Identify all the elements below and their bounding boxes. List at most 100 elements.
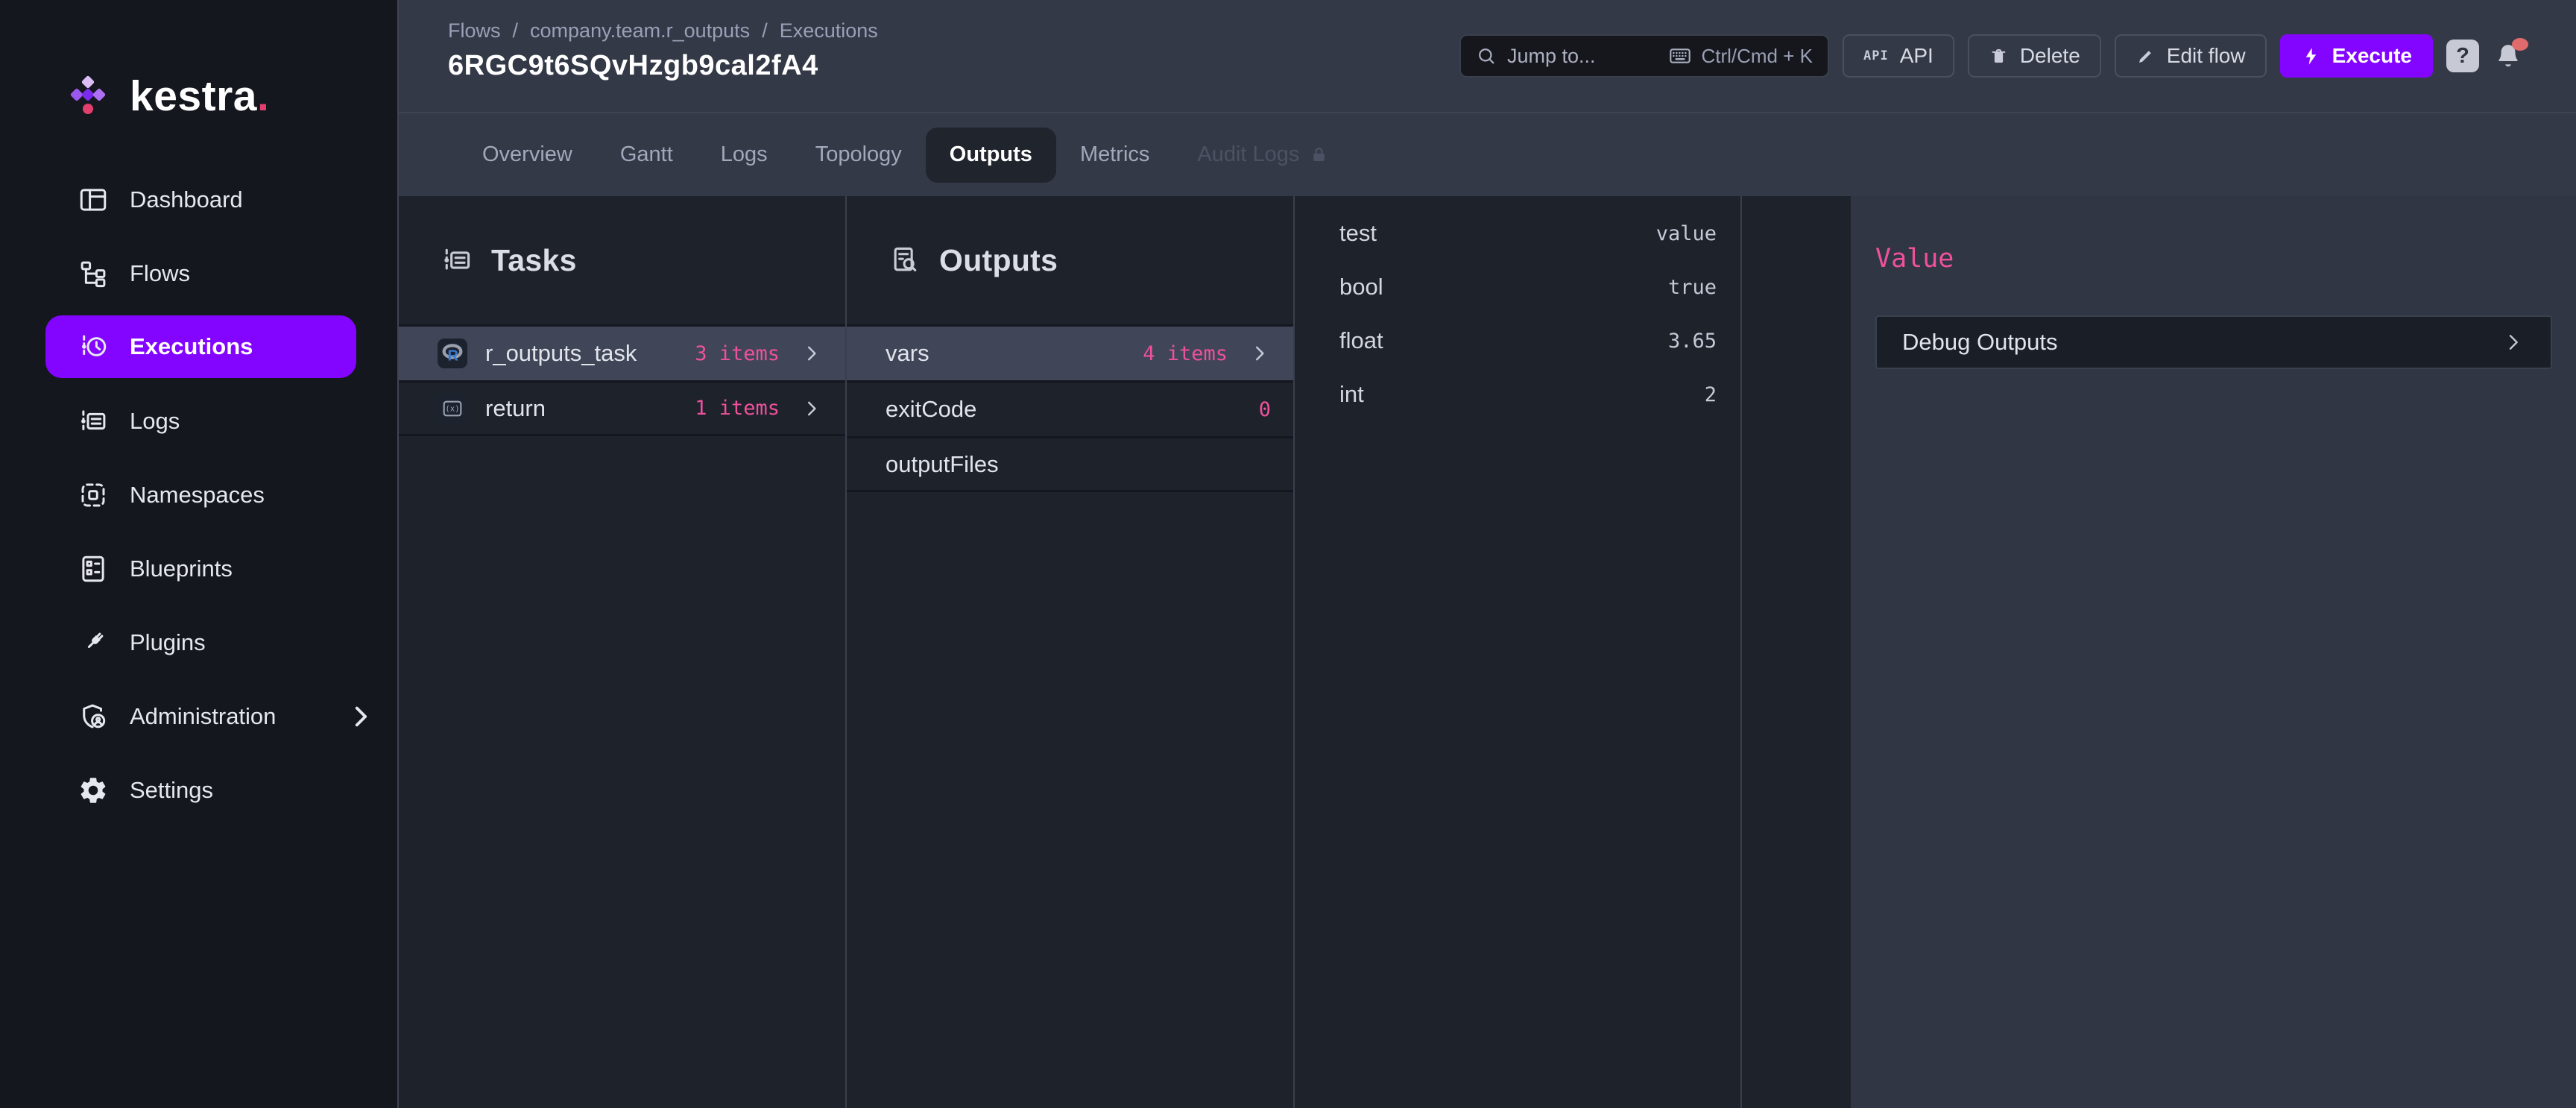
- lock-icon: [1309, 145, 1329, 165]
- breadcrumb-separator: /: [762, 19, 768, 43]
- lightning-icon: [2301, 46, 2321, 66]
- logs-icon: [78, 406, 109, 437]
- attribute-row-int[interactable]: int 2: [1295, 368, 1740, 421]
- attribute-key: bool: [1339, 274, 1383, 300]
- search-icon: [1476, 45, 1497, 66]
- blueprints-icon: [78, 553, 109, 585]
- topbar-actions: Jump to... Ctrl/Cmd + K API API: [1459, 34, 2524, 78]
- edit-flow-button-label: Edit flow: [2167, 44, 2246, 68]
- tab-topology[interactable]: Topology: [792, 128, 926, 183]
- vars-attributes-panel: test value bool true float 3.65 int 2: [1295, 196, 1742, 1108]
- tasks-rows: R r_outputs_task 3 items (x): [399, 324, 845, 436]
- task-row-label: r_outputs_task: [485, 340, 637, 367]
- brand-dot: .: [257, 72, 269, 120]
- task-list-icon: [441, 244, 473, 277]
- tab-label: Outputs: [950, 142, 1032, 167]
- outputs-panel: Outputs vars 4 items exitCode 0 outputFi…: [847, 196, 1295, 1108]
- execution-tabs: Overview Gantt Logs Topology Outputs Met…: [399, 113, 2576, 196]
- trash-icon: [1989, 46, 2009, 66]
- output-row-outputfiles[interactable]: outputFiles: [847, 436, 1293, 492]
- output-row-exitcode[interactable]: exitCode 0: [847, 380, 1293, 436]
- tab-label: Metrics: [1080, 142, 1149, 167]
- delete-button[interactable]: Delete: [1968, 34, 2101, 78]
- attribute-value: true: [1668, 276, 1717, 299]
- task-row-label: return: [485, 395, 546, 422]
- chevron-right-icon: [345, 701, 376, 732]
- sidebar-item-label: Dashboard: [130, 186, 243, 213]
- value-detail-panel: Value Debug Outputs: [1851, 196, 2576, 1108]
- search-shortcut: Ctrl/Cmd + K: [1668, 44, 1813, 68]
- output-row-value-badge: 0: [1259, 398, 1271, 421]
- output-row-label: exitCode: [886, 396, 976, 423]
- attribute-key: float: [1339, 327, 1383, 354]
- brand-name: kestra: [130, 72, 257, 120]
- sidebar-item-flows[interactable]: Flows: [0, 236, 397, 310]
- kestra-logo-icon: [64, 72, 112, 120]
- output-row-count-badge: 4 items: [1143, 342, 1228, 365]
- attribute-key: int: [1339, 381, 1364, 408]
- attribute-value: 3.65: [1668, 330, 1717, 353]
- task-row-return[interactable]: (x) return 1 items: [399, 380, 845, 436]
- output-row-vars[interactable]: vars 4 items: [847, 324, 1293, 380]
- executions-icon: [78, 331, 109, 362]
- sidebar-item-label: Flows: [130, 260, 190, 287]
- jump-to-search[interactable]: Jump to... Ctrl/Cmd + K: [1459, 34, 1829, 78]
- tab-label: Logs: [721, 142, 768, 167]
- sidebar-item-logs[interactable]: Logs: [0, 384, 397, 458]
- tab-outputs[interactable]: Outputs: [926, 128, 1056, 183]
- notifications-bell-button[interactable]: [2493, 40, 2524, 72]
- sidebar-item-label: Logs: [130, 408, 180, 435]
- execute-button[interactable]: Execute: [2280, 34, 2433, 78]
- api-button[interactable]: API API: [1843, 34, 1954, 78]
- pencil-icon: [2135, 46, 2156, 66]
- tab-label: Topology: [815, 142, 902, 167]
- empty-drilldown-column: [1742, 196, 1851, 1108]
- tab-label: Gantt: [620, 142, 673, 167]
- sidebar-item-namespaces[interactable]: Namespaces: [0, 458, 397, 532]
- flows-icon: [78, 258, 109, 289]
- attribute-value: 2: [1705, 383, 1717, 406]
- keyboard-icon: [1668, 44, 1692, 68]
- attribute-row-test[interactable]: test value: [1295, 207, 1740, 260]
- api-button-label: API: [1900, 44, 1933, 68]
- sidebar-item-label: Administration: [130, 703, 276, 730]
- attribute-row-bool[interactable]: bool true: [1295, 260, 1740, 314]
- sidebar-item-dashboard[interactable]: Dashboard: [0, 163, 397, 236]
- sidebar-item-settings[interactable]: Settings: [0, 753, 397, 827]
- help-button-label: ?: [2456, 44, 2469, 69]
- tasks-panel-header: Tasks: [399, 196, 845, 324]
- dashboard-icon: [78, 184, 109, 215]
- tab-metrics[interactable]: Metrics: [1056, 128, 1173, 183]
- sidebar-nav: Dashboard Flows Executions: [0, 163, 397, 827]
- task-row-r-outputs-task[interactable]: R r_outputs_task 3 items: [399, 324, 845, 380]
- sidebar-item-executions[interactable]: Executions: [45, 315, 356, 378]
- sidebar-item-plugins[interactable]: Plugins: [0, 605, 397, 679]
- breadcrumb-executions[interactable]: Executions: [780, 19, 878, 43]
- sidebar-item-label: Namespaces: [130, 482, 265, 509]
- outputs-panel-header: Outputs: [847, 196, 1293, 324]
- sidebar-item-blueprints[interactable]: Blueprints: [0, 532, 397, 605]
- attribute-row-float[interactable]: float 3.65: [1295, 314, 1740, 368]
- tab-overview[interactable]: Overview: [458, 128, 596, 183]
- kestra-logo[interactable]: kestra.: [64, 72, 397, 121]
- edit-flow-button[interactable]: Edit flow: [2115, 34, 2267, 78]
- debug-outputs-expander[interactable]: Debug Outputs: [1875, 315, 2552, 369]
- task-row-count-badge: 3 items: [695, 342, 780, 365]
- topbar: Flows / company.team.r_outputs / Executi…: [399, 0, 2576, 113]
- notification-dot: [2512, 38, 2528, 51]
- tab-gantt[interactable]: Gantt: [596, 128, 697, 183]
- svg-text:R: R: [447, 347, 458, 364]
- sidebar-item-administration[interactable]: Administration: [0, 679, 397, 753]
- breadcrumb-flows[interactable]: Flows: [448, 19, 501, 43]
- help-button[interactable]: ?: [2446, 40, 2479, 72]
- main-area: Flows / company.team.r_outputs / Executi…: [397, 0, 2576, 1108]
- breadcrumb-separator: /: [513, 19, 519, 43]
- administration-icon: [78, 701, 109, 732]
- tab-logs[interactable]: Logs: [697, 128, 792, 183]
- value-panel-title: Value: [1875, 244, 2576, 274]
- svg-text:(x): (x): [445, 403, 459, 413]
- breadcrumb-namespace[interactable]: company.team.r_outputs: [530, 19, 750, 43]
- outputs-panel-title: Outputs: [939, 243, 1058, 278]
- settings-icon: [78, 775, 109, 806]
- outputs-rows: vars 4 items exitCode 0 outputFiles: [847, 324, 1293, 492]
